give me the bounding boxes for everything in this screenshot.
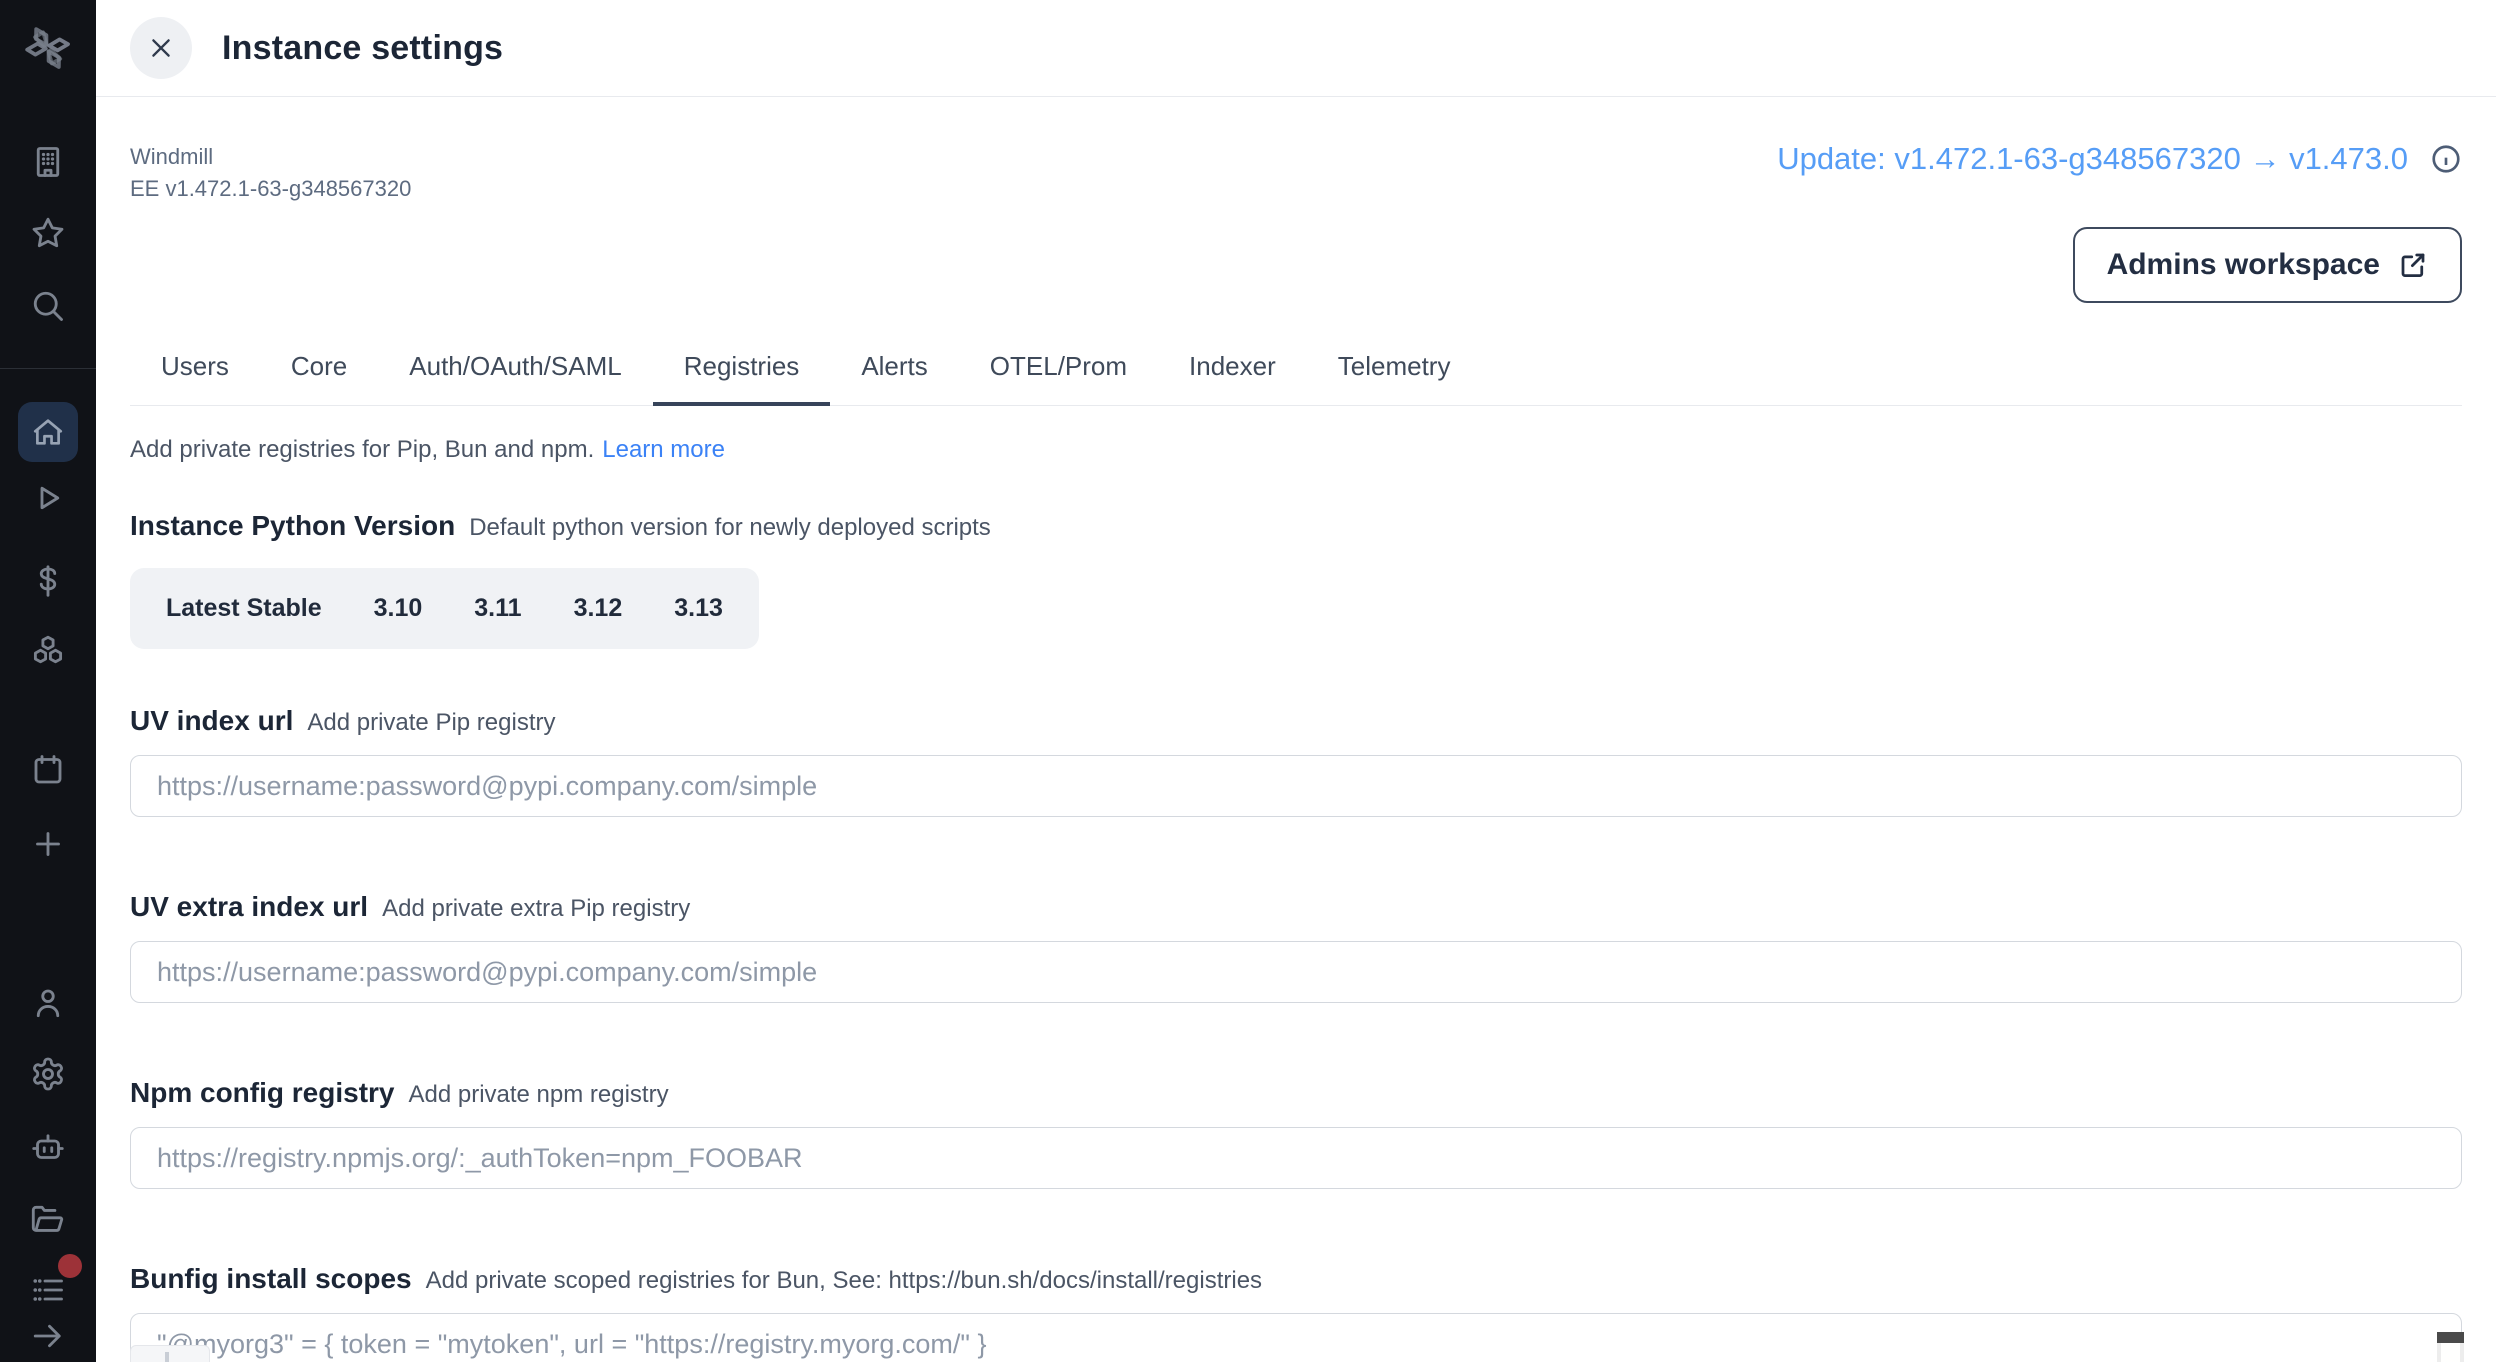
tab-telemetry[interactable]: Telemetry: [1307, 337, 1482, 406]
info-icon[interactable]: [2430, 143, 2462, 175]
dollar-icon[interactable]: [24, 557, 72, 605]
cubes-icon[interactable]: [24, 627, 72, 675]
building-icon[interactable]: [24, 138, 72, 186]
star-icon[interactable]: [24, 209, 72, 257]
uv-extra-index-url-input[interactable]: [130, 941, 2462, 1003]
tab-registries[interactable]: Registries: [653, 337, 831, 406]
uv-index-url-input[interactable]: [130, 755, 2462, 817]
scrollbar-corner: [2441, 1343, 2460, 1362]
python-option-3-10[interactable]: 3.10: [348, 578, 449, 639]
runs-play-icon[interactable]: [24, 474, 72, 522]
uv-extra-index-url-label: UV extra index url: [130, 891, 368, 923]
gear-icon[interactable]: [24, 1050, 72, 1098]
python-option-latest-stable[interactable]: Latest Stable: [140, 578, 348, 639]
bunfig-install-scopes-label: Bunfig install scopes: [130, 1263, 412, 1295]
calendar-icon[interactable]: [24, 746, 72, 794]
tab-auth-oauth-saml[interactable]: Auth/OAuth/SAML: [378, 337, 652, 406]
sidebar-divider: [0, 368, 96, 369]
registries-intro: Add private registries for Pip, Bun and …: [130, 436, 594, 463]
windmill-logo-icon: [24, 24, 72, 72]
python-option-3-12[interactable]: 3.12: [548, 578, 649, 639]
uv-extra-index-url-hint: Add private extra Pip registry: [382, 895, 690, 923]
search-icon[interactable]: [24, 282, 72, 330]
tab-alerts[interactable]: Alerts: [830, 337, 958, 406]
instance-settings-modal: Instance settings Windmill EE v1.472.1-6…: [96, 0, 2496, 1362]
plus-icon[interactable]: [24, 820, 72, 868]
version-info: Windmill EE v1.472.1-63-g348567320: [130, 141, 411, 205]
settings-tabs: Users Core Auth/OAuth/SAML Registries Al…: [130, 337, 2462, 406]
arrow-right-icon[interactable]: [24, 1312, 72, 1360]
python-version-subtitle: Default python version for newly deploye…: [469, 514, 991, 542]
learn-more-link[interactable]: Learn more: [602, 436, 725, 463]
sidebar-item-home[interactable]: [18, 402, 78, 462]
bunfig-install-scopes-input[interactable]: [130, 1313, 2462, 1362]
admins-workspace-label: Admins workspace: [2107, 248, 2380, 282]
modal-header: Instance settings: [96, 0, 2496, 97]
python-version-title: Instance Python Version: [130, 510, 455, 542]
close-button[interactable]: [130, 17, 192, 79]
clipped-next-section: [130, 1345, 210, 1362]
edition-version: EE v1.472.1-63-g348567320: [130, 173, 411, 205]
external-link-icon: [2398, 250, 2428, 280]
bunfig-install-scopes-hint: Add private scoped registries for Bun, S…: [426, 1267, 1262, 1295]
notification-badge: [58, 1254, 82, 1278]
npm-config-registry-label: Npm config registry: [130, 1077, 394, 1109]
python-version-selector: Latest Stable 3.10 3.11 3.12 3.13: [130, 568, 759, 649]
scrollbar-thumb[interactable]: [2437, 1332, 2464, 1343]
tab-users[interactable]: Users: [130, 337, 260, 406]
npm-config-registry-input[interactable]: [130, 1127, 2462, 1189]
uv-index-url-label: UV index url: [130, 705, 293, 737]
page-title: Instance settings: [222, 29, 503, 68]
npm-config-registry-hint: Add private npm registry: [408, 1081, 668, 1109]
python-option-3-11[interactable]: 3.11: [448, 578, 547, 639]
uv-index-url-hint: Add private Pip registry: [307, 709, 555, 737]
tab-core[interactable]: Core: [260, 337, 378, 406]
python-option-3-13[interactable]: 3.13: [648, 578, 749, 639]
sidebar: [0, 0, 96, 1362]
close-icon: [148, 35, 174, 61]
update-link[interactable]: Update: v1.472.1-63-g348567320 → v1.473.…: [1777, 141, 2408, 177]
admins-workspace-button[interactable]: Admins workspace: [2073, 227, 2462, 303]
robot-icon[interactable]: [24, 1123, 72, 1171]
tab-indexer[interactable]: Indexer: [1158, 337, 1307, 406]
app-name: Windmill: [130, 141, 411, 173]
tab-otel-prom[interactable]: OTEL/Prom: [959, 337, 1158, 406]
folder-open-icon[interactable]: [24, 1195, 72, 1243]
user-icon[interactable]: [24, 979, 72, 1027]
